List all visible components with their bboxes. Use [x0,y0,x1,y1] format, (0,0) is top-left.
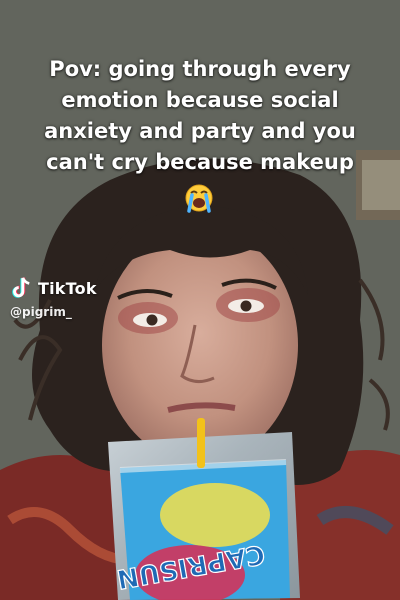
pouch-splash [160,483,270,547]
straw [197,418,205,468]
loudly-crying-face-emoji [185,184,213,213]
tiktok-watermark: TikTok @pigrim_ [10,276,97,319]
caption-line: can't cry because makeup [46,150,354,174]
tiktok-logo-icon [12,277,30,298]
creator-handle: @pigrim_ [10,305,72,319]
tiktok-brand-text: TikTok [38,278,97,298]
caption-line: emotion because social [61,88,339,112]
caption-line: Pov: going through every [49,57,351,81]
video-frame: CAPRISUN Pov: going through every emotio… [0,0,400,600]
left-pupil [146,314,158,326]
right-pupil [240,300,252,312]
caption-text: Pov: going through every emotion because… [20,54,380,178]
caption-line: anxiety and party and you [44,119,356,143]
